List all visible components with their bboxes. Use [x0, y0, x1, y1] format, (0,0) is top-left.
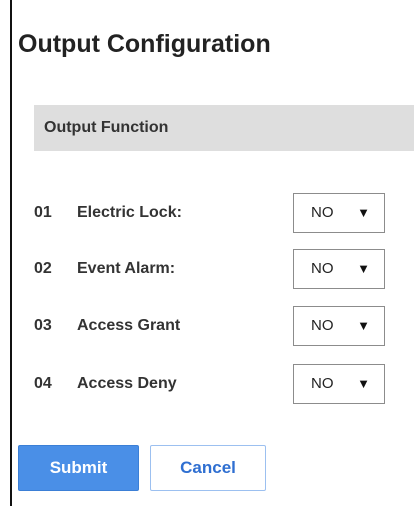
left-border — [10, 0, 12, 506]
select-value: NO — [311, 375, 334, 392]
electric-lock-select[interactable]: NO ▼ — [293, 193, 385, 233]
dropdown-arrow-icon: ▼ — [357, 376, 370, 391]
output-number: 02 — [34, 260, 52, 277]
cancel-button[interactable]: Cancel — [150, 445, 266, 491]
dropdown-arrow-icon: ▼ — [357, 318, 370, 333]
output-label-event-alarm: Event Alarm: — [77, 260, 176, 277]
output-label-access-deny: Access Deny — [77, 375, 177, 392]
page-title: Output Configuration — [18, 30, 271, 58]
output-label-access-grant: Access Grant — [77, 317, 181, 334]
submit-button[interactable]: Submit — [18, 445, 139, 491]
output-number: 04 — [34, 375, 52, 392]
select-value: NO — [311, 260, 334, 277]
access-grant-select[interactable]: NO ▼ — [293, 306, 385, 346]
output-number: 01 — [34, 204, 52, 221]
select-value: NO — [311, 317, 334, 334]
output-row-04: 04 Access Deny NO ▼ — [34, 364, 394, 404]
output-row-02: 02 Event Alarm: NO ▼ — [34, 249, 394, 289]
output-number: 03 — [34, 317, 52, 334]
output-row-01: 01 Electric Lock: NO ▼ — [34, 193, 394, 233]
dropdown-arrow-icon: ▼ — [357, 261, 370, 276]
output-label-electric-lock: Electric Lock: — [77, 204, 182, 221]
select-value: NO — [311, 204, 334, 221]
dropdown-arrow-icon: ▼ — [357, 205, 370, 220]
access-deny-select[interactable]: NO ▼ — [293, 364, 385, 404]
section-header-output-function: Output Function — [34, 105, 414, 151]
output-row-03: 03 Access Grant NO ▼ — [34, 306, 394, 346]
event-alarm-select[interactable]: NO ▼ — [293, 249, 385, 289]
